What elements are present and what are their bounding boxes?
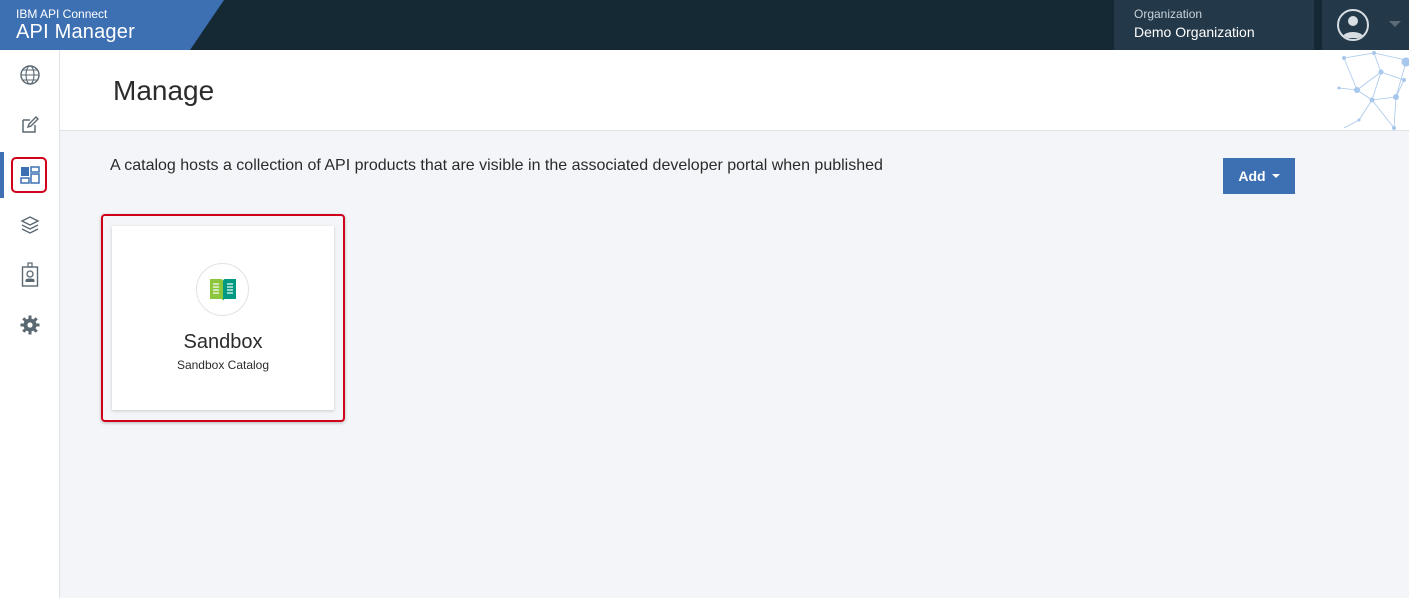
globe-icon — [20, 65, 40, 85]
layers-icon — [20, 216, 40, 234]
page-title: Manage — [113, 75, 215, 106]
user-avatar-icon — [1337, 9, 1369, 41]
sidebar-item-manage[interactable] — [0, 150, 60, 200]
user-menu[interactable] — [1322, 0, 1409, 50]
sidebar-item-members[interactable] — [0, 250, 60, 300]
chevron-down-icon — [1389, 21, 1401, 27]
brand-title: API Manager — [16, 21, 135, 43]
book-icon — [196, 263, 249, 316]
sidebar — [0, 50, 60, 598]
brand-logo[interactable]: IBM API Connect API Manager — [0, 0, 224, 50]
organization-label: Organization — [1134, 7, 1203, 21]
edit-icon — [22, 116, 39, 133]
sidebar-item-develop[interactable] — [0, 100, 60, 150]
catalog-card-sandbox[interactable]: Sandbox Sandbox Catalog — [112, 226, 334, 410]
catalog-card-subtitle: Sandbox Catalog — [176, 358, 270, 372]
add-button-label: Add — [1238, 168, 1266, 184]
gear-icon — [20, 315, 40, 335]
organization-name: Demo Organization — [1134, 24, 1255, 40]
highlight-box — [11, 157, 47, 193]
brand-subtitle: IBM API Connect — [16, 7, 108, 21]
page-header: Manage — [60, 50, 1409, 131]
sidebar-item-settings[interactable] — [0, 300, 60, 350]
chevron-down-icon — [1271, 174, 1280, 178]
catalog-card-title: Sandbox — [183, 331, 263, 353]
sidebar-item-home[interactable] — [0, 50, 60, 100]
catalog-description: A catalog hosts a collection of API prod… — [110, 157, 883, 174]
organization-selector[interactable]: Organization Demo Organization — [1114, 0, 1314, 50]
sidebar-item-resources[interactable] — [0, 200, 60, 250]
add-button[interactable]: Add — [1223, 158, 1295, 194]
constellation-decoration-icon — [1337, 51, 1409, 130]
badge-icon — [21, 262, 39, 287]
top-bar: IBM API Connect API Manager Organization… — [0, 0, 1409, 50]
